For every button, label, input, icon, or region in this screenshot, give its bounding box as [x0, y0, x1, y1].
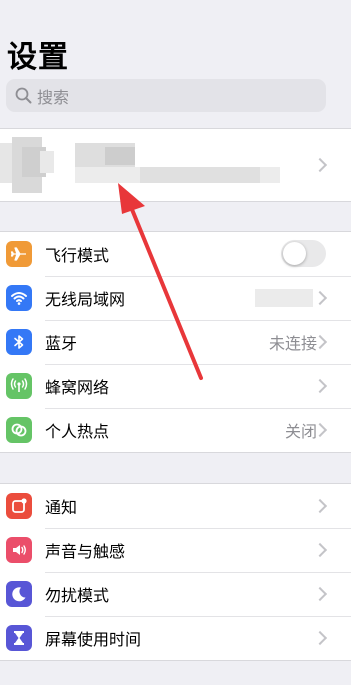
row-label: 声音与触感 — [45, 542, 126, 561]
wifi-icon — [6, 285, 32, 311]
connectivity-group: 飞行模式 无线局域网蓝牙 未连接蜂窝网络个人热点 关闭 — [0, 231, 351, 453]
search-icon — [15, 87, 32, 103]
moon-icon — [6, 581, 32, 607]
notifications-icon — [6, 493, 32, 519]
profile-name-redacted-part — [105, 147, 135, 165]
settings-row-cellular[interactable]: 蜂窝网络 — [0, 364, 351, 408]
wifi-network-redacted — [255, 289, 313, 307]
settings-row-wifi[interactable]: 无线局域网 — [0, 276, 351, 320]
search-placeholder: 搜索 — [37, 87, 70, 107]
settings-row-hotspot[interactable]: 个人热点 关闭 — [0, 408, 351, 452]
airplane-mode-toggle[interactable] — [281, 240, 326, 267]
settings-row-hourglass[interactable]: 屏幕使用时间 — [0, 616, 351, 660]
row-separator — [45, 276, 351, 277]
settings-row-notifications[interactable]: 通知 — [0, 484, 351, 528]
hourglass-icon — [6, 625, 32, 651]
page-title: 设置 — [7, 40, 69, 75]
row-value: 未连接 — [268, 334, 317, 353]
row-label: 蜂窝网络 — [45, 378, 110, 397]
bluetooth-icon — [6, 329, 32, 355]
avatar — [0, 137, 64, 193]
chevron-right-icon — [312, 157, 328, 173]
row-separator — [45, 572, 351, 573]
notifications-group: 通知声音与触感勿扰模式屏幕使用时间 — [0, 483, 351, 661]
hotspot-icon — [6, 417, 32, 443]
row-label: 通知 — [45, 498, 78, 517]
settings-row-moon[interactable]: 勿扰模式 — [0, 572, 351, 616]
airplane-icon — [6, 241, 32, 267]
row-label: 勿扰模式 — [45, 586, 110, 605]
settings-row-bluetooth[interactable]: 蓝牙 未连接 — [0, 320, 351, 364]
search-field[interactable]: 搜索 — [6, 79, 326, 112]
toggle-knob — [283, 242, 306, 265]
row-label: 蓝牙 — [45, 334, 78, 353]
settings-row-airplane[interactable]: 飞行模式 — [0, 232, 351, 276]
sound-icon — [6, 537, 32, 563]
row-separator — [45, 528, 351, 529]
row-label: 个人热点 — [45, 422, 110, 441]
apple-id-profile-row[interactable] — [0, 128, 351, 202]
cellular-icon — [6, 373, 32, 399]
profile-subtitle-redacted-part — [140, 167, 260, 183]
row-label: 屏幕使用时间 — [45, 630, 142, 649]
row-separator — [45, 616, 351, 617]
settings-row-sound[interactable]: 声音与触感 — [0, 528, 351, 572]
row-separator — [45, 364, 351, 365]
row-separator — [45, 320, 351, 321]
row-separator — [45, 408, 351, 409]
